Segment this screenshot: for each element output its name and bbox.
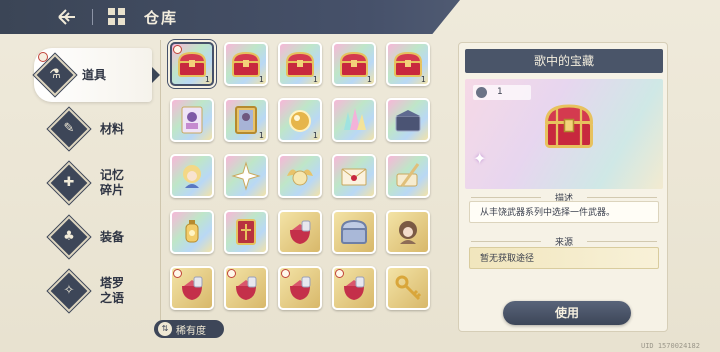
item-slot-red-book[interactable] <box>224 210 268 254</box>
scroll-icon: ✎ <box>47 107 91 151</box>
treasure-chest-red-icon <box>231 51 261 77</box>
item-slot-star-emblem[interactable] <box>224 154 268 198</box>
nav-item-4[interactable]: ✧ 塔罗 之语 <box>34 264 152 318</box>
red-gem-pouch-icon <box>290 220 311 244</box>
use-button[interactable]: 使用 <box>503 301 631 325</box>
item-slot-dark-chest[interactable] <box>386 98 430 142</box>
nav-item-0[interactable]: ⚗ 道具 <box>33 48 160 102</box>
item-slot-golden-orb[interactable]: 1 <box>278 98 322 142</box>
item-count: 1 <box>312 131 318 140</box>
divider <box>160 40 161 336</box>
character-portrait-blonde-icon <box>183 165 201 188</box>
item-count: 1 <box>258 131 264 140</box>
treasure-chest-red-icon <box>393 51 423 77</box>
item-slot-quill-scroll[interactable] <box>386 154 430 198</box>
nav-item-1[interactable]: ✎ 材料 <box>34 102 152 156</box>
item-slot-silver-chest[interactable] <box>332 210 376 254</box>
item-slot-golden-lantern[interactable] <box>170 210 214 254</box>
golden-lantern-icon <box>185 220 199 243</box>
puzzle-icon: ✚ <box>47 161 91 205</box>
sort-icon: ⇅ <box>158 322 172 336</box>
nav-item-label: 道具 <box>82 67 107 82</box>
item-slot-golden-key[interactable] <box>386 266 430 310</box>
item-slot-red-gem-pouch[interactable] <box>224 266 268 310</box>
item-detail-panel: 歌中的宝藏 1 ✦ 描述 从丰饶武器系列中选择一件武器。 来源 暂无获取途径 使… <box>458 42 668 332</box>
treasure-chest-icon <box>544 104 594 148</box>
timer-badge-icon <box>281 269 290 278</box>
rarity-sort-button[interactable]: ⇅ 稀有度 <box>154 320 224 338</box>
golden-key-icon <box>395 275 422 301</box>
character-portrait-brunette-icon <box>399 221 417 244</box>
dark-chest-icon <box>395 110 421 132</box>
ribbon-icon: ♣ <box>47 215 91 259</box>
nav-item-label: 装备 <box>100 229 125 244</box>
golden-orb-icon <box>289 110 311 132</box>
item-count: 1 <box>312 75 318 84</box>
item-description: 从丰饶武器系列中选择一件武器。 <box>469 201 659 223</box>
sealed-letter-icon <box>341 168 367 186</box>
nav-item-label: 材料 <box>100 121 125 136</box>
uid-label: UID 1570024182 <box>640 342 700 350</box>
item-slot-crystal-cluster[interactable] <box>332 98 376 142</box>
item-name: 歌中的宝藏 <box>465 49 663 73</box>
red-book-icon <box>236 219 256 245</box>
winged-orb-icon <box>287 169 313 186</box>
photo-card-icon <box>181 106 203 134</box>
home-grid-icon[interactable] <box>108 8 126 26</box>
star-icon: ✦ <box>473 149 487 168</box>
item-count: 1 <box>420 75 426 84</box>
item-count: 1 <box>366 75 372 84</box>
red-gem-pouch-icon <box>290 276 311 300</box>
item-slot-sealed-letter[interactable] <box>332 154 376 198</box>
item-slot-photo-card[interactable] <box>170 98 214 142</box>
item-slot-treasure-chest-red[interactable]: 1 <box>278 42 322 86</box>
tarot-icon: ✧ <box>47 269 91 313</box>
nav-item-2[interactable]: ✚ 记忆 碎片 <box>34 156 152 210</box>
owned-count: 1 <box>473 85 531 100</box>
nav-item-3[interactable]: ♣ 装备 <box>34 210 152 264</box>
item-slot-character-portrait-brunette[interactable] <box>386 210 430 254</box>
item-slot-red-gem-pouch[interactable] <box>278 210 322 254</box>
nav-item-label: 塔罗 之语 <box>100 276 125 305</box>
rarity-label: 稀有度 <box>176 325 206 337</box>
item-slot-red-gem-pouch[interactable] <box>278 266 322 310</box>
item-slot-treasure-chest-red[interactable]: 1 <box>170 42 214 86</box>
star-emblem-icon <box>231 161 261 191</box>
top-bar: 仓库 <box>0 0 460 34</box>
timer-badge-icon <box>173 45 182 54</box>
red-gem-pouch-icon <box>236 276 257 300</box>
item-source: 暂无获取途径 <box>469 247 659 269</box>
page-title: 仓库 <box>144 9 179 27</box>
timer-badge-icon <box>227 269 236 278</box>
red-gem-pouch-icon <box>344 276 365 300</box>
treasure-chest-red-icon <box>177 51 207 77</box>
silver-chest-icon <box>340 219 368 244</box>
item-preview: 1 ✦ <box>465 79 663 189</box>
item-count: 1 <box>204 75 210 84</box>
treasure-chest-red-icon <box>339 51 369 77</box>
item-slot-red-gem-pouch[interactable] <box>332 266 376 310</box>
nav-item-label: 记忆 碎片 <box>100 168 125 197</box>
item-count: 1 <box>258 75 264 84</box>
treasure-chest-red-icon <box>285 51 315 77</box>
crystal-cluster-icon <box>344 108 366 130</box>
item-slot-character-portrait-blonde[interactable] <box>170 154 214 198</box>
item-slot-winged-orb[interactable] <box>278 154 322 198</box>
framed-portrait-icon <box>235 106 257 134</box>
divider <box>92 9 93 25</box>
item-slot-treasure-chest-red[interactable]: 1 <box>386 42 430 86</box>
item-slot-treasure-chest-red[interactable]: 1 <box>332 42 376 86</box>
quill-scroll-icon <box>396 163 420 187</box>
timer-badge-icon <box>173 269 182 278</box>
item-slot-treasure-chest-red[interactable]: 1 <box>224 42 268 86</box>
red-gem-pouch-icon <box>182 276 203 300</box>
item-slot-red-gem-pouch[interactable] <box>170 266 214 310</box>
item-slot-framed-portrait[interactable]: 1 <box>224 98 268 142</box>
category-sidebar: ⚗ 道具 ✎ 材料 ✚ 记忆 碎片 ♣ 装备 ✧ 塔罗 之语 <box>33 48 160 318</box>
owned-icon <box>476 87 487 98</box>
back-icon[interactable] <box>56 6 78 28</box>
timer-badge-icon <box>335 269 344 278</box>
